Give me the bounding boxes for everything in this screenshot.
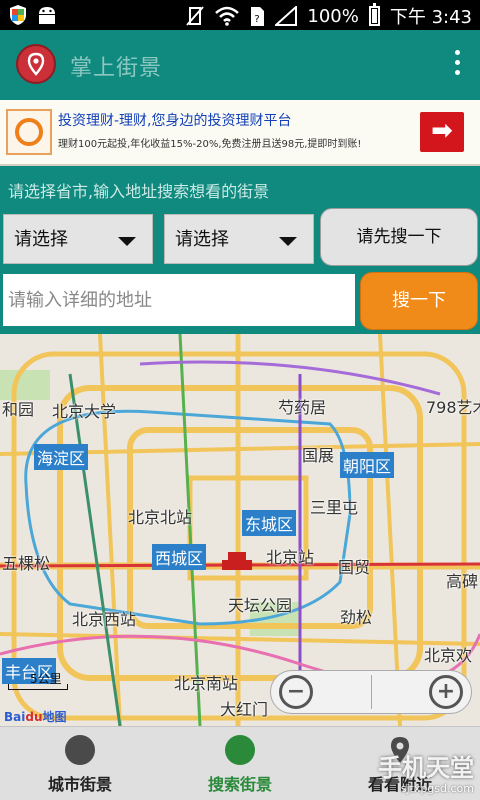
nav-search-streetview[interactable]: 搜索街景 (160, 727, 320, 800)
map-label: 劲松 (340, 608, 373, 627)
search-first-button[interactable]: 请先搜一下 (320, 208, 478, 266)
province-select-label: 请选择 (14, 229, 68, 250)
zoom-in-icon[interactable]: + (429, 675, 463, 709)
district-label: 朝阳区 (340, 452, 395, 478)
baidu-map-logo: Baidu地图 (4, 710, 67, 724)
battery-icon (368, 3, 380, 26)
android-icon (39, 7, 55, 24)
map-label: 798艺术 (426, 398, 480, 417)
address-input[interactable] (3, 274, 355, 326)
map-label: 北京欢 (424, 646, 473, 665)
map-label: 国贸 (338, 558, 371, 577)
district-label: 东城区 (242, 510, 297, 536)
vibrate-muted-icon (186, 6, 205, 26)
status-bar: ? 100% 下午 3:43 (0, 0, 480, 30)
sim-card-icon: ? (251, 7, 265, 26)
search-panel: 请选择省市,输入地址搜索想看的街景 请选择 请选择 请先搜一下 搜一下 (0, 166, 480, 334)
map-label: 北京北站 (128, 508, 193, 527)
zoom-control: − + (270, 670, 472, 714)
watermark-title: 手机天堂 (378, 754, 474, 782)
map-label: 天坛公园 (228, 596, 293, 615)
location-pin-icon (16, 44, 56, 84)
globe-icon (225, 735, 255, 765)
arrow-right-icon[interactable]: ➡ (420, 112, 464, 152)
map-roads (0, 334, 480, 726)
shield-icon (10, 5, 26, 25)
watermark-url: sjtxpgsd.com (400, 782, 474, 795)
wifi-icon (215, 6, 240, 26)
overflow-menu-icon[interactable] (452, 50, 462, 80)
ad-banner[interactable]: 投资理财-理财,您身边的投资理财平台 理财100元起投,年化收益15%-20%,… (0, 100, 480, 166)
map-scale-bar (8, 684, 68, 690)
camera-aperture-icon (65, 735, 95, 765)
search-button[interactable]: 搜一下 (360, 272, 478, 330)
app-bar: 掌上街景 (0, 30, 480, 100)
map-label: 大红门 (220, 700, 269, 719)
map-label: 北京站 (266, 548, 315, 567)
map-label: 北京大学 (52, 402, 117, 421)
battery-percent: 100% (307, 5, 359, 27)
zoom-out-icon[interactable]: − (279, 675, 313, 709)
map-label: 高碑 (446, 572, 479, 591)
district-label: 海淀区 (34, 444, 89, 470)
map-label: 五棵松 (2, 554, 51, 573)
svg-text:?: ? (255, 14, 260, 25)
map-label: 国展 (302, 446, 335, 465)
clock: 下午 3:43 (389, 7, 472, 28)
ad-title: 投资理财-理财,您身边的投资理财平台 (58, 113, 292, 129)
district-label: 西城区 (152, 544, 207, 570)
ad-logo-icon (6, 109, 52, 155)
city-select[interactable]: 请选择 (164, 214, 314, 264)
chevron-down-icon (279, 237, 297, 246)
map-view[interactable]: 和园 北京大学 芍药居 798艺术 国展 三里屯 北京北站 北京站 五棵松 国贸… (0, 334, 480, 726)
map-label: 三里屯 (310, 498, 359, 517)
app-title: 掌上街景 (70, 56, 163, 81)
city-select-label: 请选择 (175, 229, 229, 250)
chevron-down-icon (118, 237, 136, 246)
province-select[interactable]: 请选择 (3, 214, 153, 264)
map-label: 和园 (2, 400, 35, 419)
ad-description: 理财100元起投,年化收益15%-20%,免费注册且送98元,提即时到账! (58, 139, 362, 150)
map-label: 芍药居 (278, 398, 327, 417)
map-label: 北京西站 (72, 610, 137, 629)
nav-city-streetview[interactable]: 城市街景 (0, 727, 160, 800)
search-hint: 请选择省市,输入地址搜索想看的街景 (8, 182, 270, 201)
nav-label: 搜索街景 (207, 775, 272, 794)
signal-icon (275, 6, 298, 26)
map-label: 北京南站 (174, 674, 239, 693)
nav-label: 城市街景 (47, 775, 112, 794)
